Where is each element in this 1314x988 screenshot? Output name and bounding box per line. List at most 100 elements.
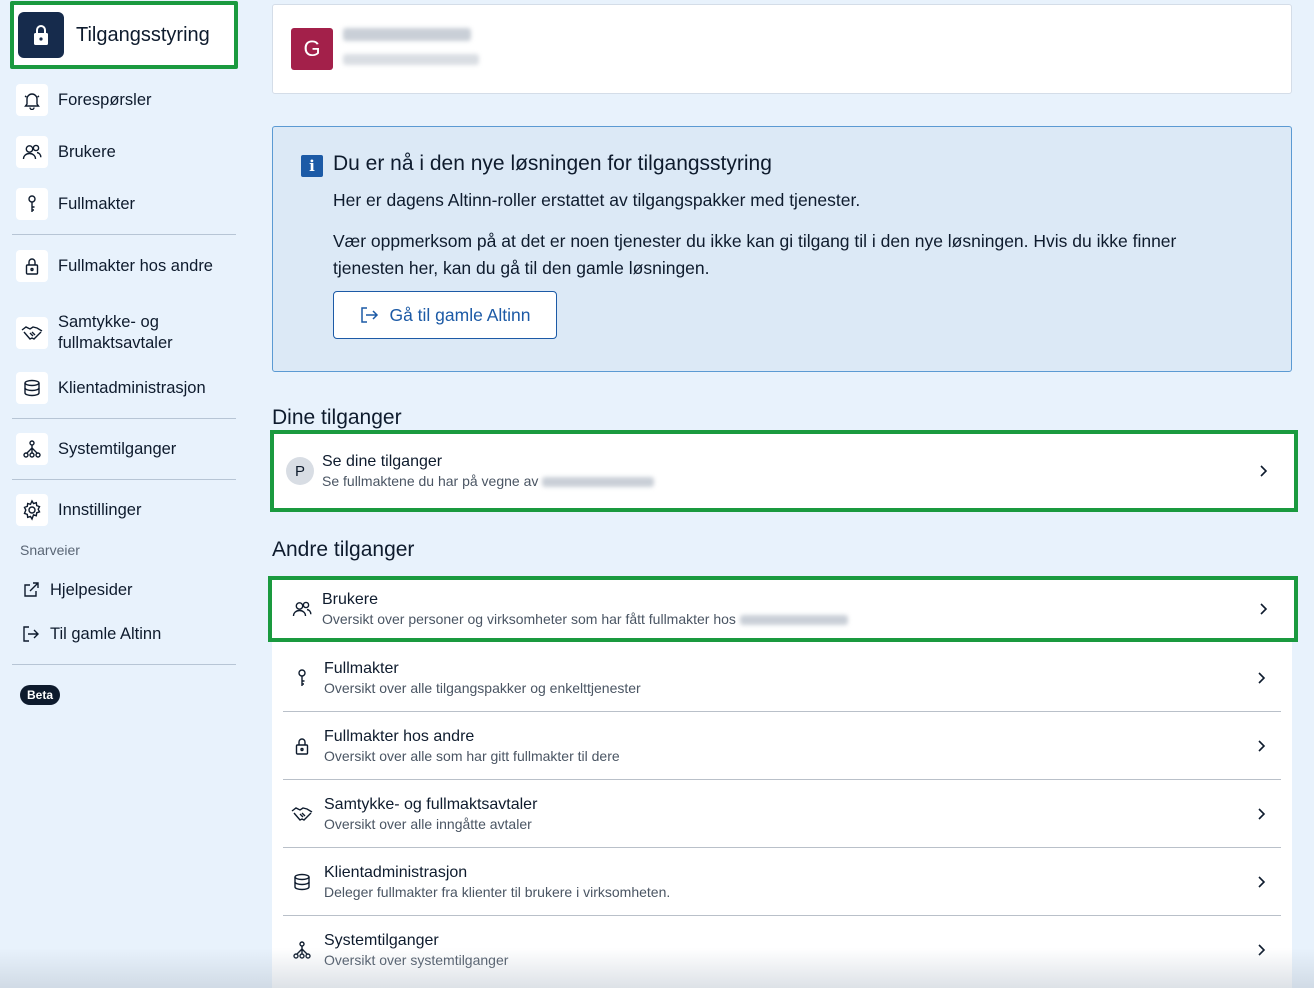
key-icon [290, 666, 314, 690]
row-description: Oversikt over alle inngåtte avtaler [324, 816, 532, 832]
sidebar-item-samtykke[interactable]: Samtykke- og fullmaktsavtaler [16, 312, 216, 354]
row-description: Se fullmaktene du har på vegne av [322, 472, 1294, 490]
see-your-access-row[interactable]: P Se dine tilganger Se fullmaktene du ha… [270, 430, 1298, 512]
organization-number-redacted [343, 54, 479, 65]
sidebar-item-fullmakter-hos-andre[interactable]: Fullmakter hos andre [16, 250, 216, 282]
chevron-right-icon [1258, 740, 1266, 752]
lock-icon [18, 12, 64, 58]
section-heading: Dine tilganger [272, 406, 402, 429]
organization-header: G [272, 4, 1292, 94]
chevron-right-icon [1258, 808, 1266, 820]
info-alert: i Du er nå i den nye løsningen for tilga… [272, 126, 1292, 372]
shortcut-label: Hjelpesider [50, 580, 133, 599]
network-icon [16, 433, 48, 465]
list-divider [283, 711, 1281, 712]
organization-name-redacted [343, 28, 471, 41]
sidebar-item-systemtilganger[interactable]: Systemtilganger [16, 433, 176, 465]
row-title: Brukere [322, 591, 379, 608]
row-title: Klientadministrasjon [324, 864, 468, 881]
brand-home-link[interactable]: Tilgangsstyring [10, 1, 238, 69]
section-heading: Andre tilganger [272, 538, 415, 561]
gear-icon [16, 494, 48, 526]
shortcut-label: Til gamle Altinn [50, 624, 162, 643]
row-title: Fullmakter hos andre [324, 728, 475, 745]
sidebar-item-label: Fullmakter [58, 194, 136, 213]
go-to-old-altinn-button[interactable]: Gå til gamle Altinn [333, 291, 557, 339]
row-text: Fullmakter Oversikt over alle tilgangspa… [324, 659, 1292, 697]
network-icon [290, 938, 314, 962]
info-text: Her er dagens Altinn-roller erstattet av… [333, 190, 861, 210]
external-link-icon [20, 579, 42, 601]
database-icon [16, 372, 48, 404]
sidebar-item-label: Forespørsler [58, 90, 152, 109]
padlock-icon [16, 250, 48, 282]
key-icon [16, 188, 48, 220]
sidebar-divider [12, 418, 236, 419]
sidebar-item-foresporsler[interactable]: Forespørsler [16, 84, 152, 116]
list-item-brukere[interactable]: Brukere Oversikt over personer og virkso… [268, 576, 1298, 642]
chevron-right-icon [1258, 876, 1266, 888]
organization-name-redacted [739, 615, 848, 626]
beta-badge: Beta [20, 685, 61, 705]
row-description: Oversikt over systemtilganger [324, 952, 509, 968]
sidebar-divider [12, 664, 236, 665]
row-description: Oversikt over alle som har gitt fullmakt… [324, 748, 620, 764]
organization-avatar: G [291, 28, 333, 70]
row-text: Brukere Oversikt over personer og virkso… [322, 590, 1294, 628]
row-text: Fullmakter hos andre Oversikt over alle … [324, 727, 1292, 765]
row-description: Oversikt over personer og virksomheter s… [322, 610, 1294, 628]
padlock-icon [290, 734, 314, 758]
row-title: Se dine tilganger [322, 453, 443, 470]
list-divider [283, 779, 1281, 780]
brand-label: Tilgangsstyring [76, 23, 210, 46]
row-text: Se dine tilganger Se fullmaktene du har … [322, 452, 1294, 490]
shortcut-hjelpesider[interactable]: Hjelpesider [20, 579, 133, 601]
row-text: Systemtilganger Oversikt over systemtilg… [324, 931, 1292, 969]
chevron-right-icon [1258, 944, 1266, 956]
list-item-klientadministrasjon[interactable]: Klientadministrasjon Deleger fullmakter … [272, 849, 1292, 915]
list-item-samtykke[interactable]: Samtykke- og fullmaktsavtaler Oversikt o… [272, 781, 1292, 847]
row-title: Samtykke- og fullmaktsavtaler [324, 796, 538, 813]
list-item-systemtilganger[interactable]: Systemtilganger Oversikt over systemtilg… [272, 917, 1292, 983]
row-description: Deleger fullmakter fra klienter til bruk… [324, 884, 671, 900]
users-icon [290, 597, 314, 621]
bell-icon [16, 84, 48, 116]
database-icon [290, 870, 314, 894]
row-title: Fullmakter [324, 660, 399, 677]
users-icon [16, 136, 48, 168]
sidebar-item-label: Innstillinger [58, 500, 142, 519]
info-icon: i [301, 155, 323, 177]
list-item-fullmakter[interactable]: Fullmakter Oversikt over alle tilgangspa… [272, 645, 1292, 711]
info-title: Du er nå i den nye løsningen for tilgang… [333, 152, 772, 175]
sidebar-item-innstillinger[interactable]: Innstillinger [16, 494, 141, 526]
chevron-right-icon [1260, 465, 1268, 477]
list-item-fullmakter-hos-andre[interactable]: Fullmakter hos andre Oversikt over alle … [272, 713, 1292, 779]
login-arrow-icon [20, 623, 42, 645]
shortcut-til-gamle-altinn[interactable]: Til gamle Altinn [20, 623, 161, 645]
handshake-icon [290, 802, 314, 826]
sidebar-item-fullmakter[interactable]: Fullmakter [16, 188, 135, 220]
user-avatar: P [286, 457, 314, 485]
row-description: Oversikt over alle tilgangspakker og enk… [324, 680, 641, 696]
sidebar-item-klientadministrasjon[interactable]: Klientadministrasjon [16, 372, 206, 404]
handshake-icon [16, 317, 48, 349]
sidebar-divider [12, 234, 236, 235]
row-title: Systemtilganger [324, 932, 439, 949]
sidebar-item-label: Fullmakter hos andre [58, 256, 213, 275]
sidebar-item-label: Systemtilganger [58, 439, 177, 458]
sidebar-item-label: Klientadministrasjon [58, 378, 206, 397]
chevron-right-icon [1258, 672, 1266, 684]
sidebar-item-label: Samtykke- og fullmaktsavtaler [58, 313, 173, 352]
shortcuts-heading: Snarveier [20, 542, 80, 558]
organization-name-redacted [542, 477, 655, 488]
list-divider [283, 847, 1281, 848]
info-text: Vær oppmerksom på at det er noen tjenest… [333, 231, 1177, 278]
sidebar-item-label: Brukere [58, 142, 116, 161]
organization-info [343, 28, 479, 70]
login-arrow-icon [361, 307, 379, 323]
row-text: Samtykke- og fullmaktsavtaler Oversikt o… [324, 795, 1292, 833]
chevron-right-icon [1260, 603, 1268, 615]
button-label: Gå til gamle Altinn [389, 304, 531, 325]
sidebar-item-brukere[interactable]: Brukere [16, 136, 116, 168]
list-divider [283, 915, 1281, 916]
